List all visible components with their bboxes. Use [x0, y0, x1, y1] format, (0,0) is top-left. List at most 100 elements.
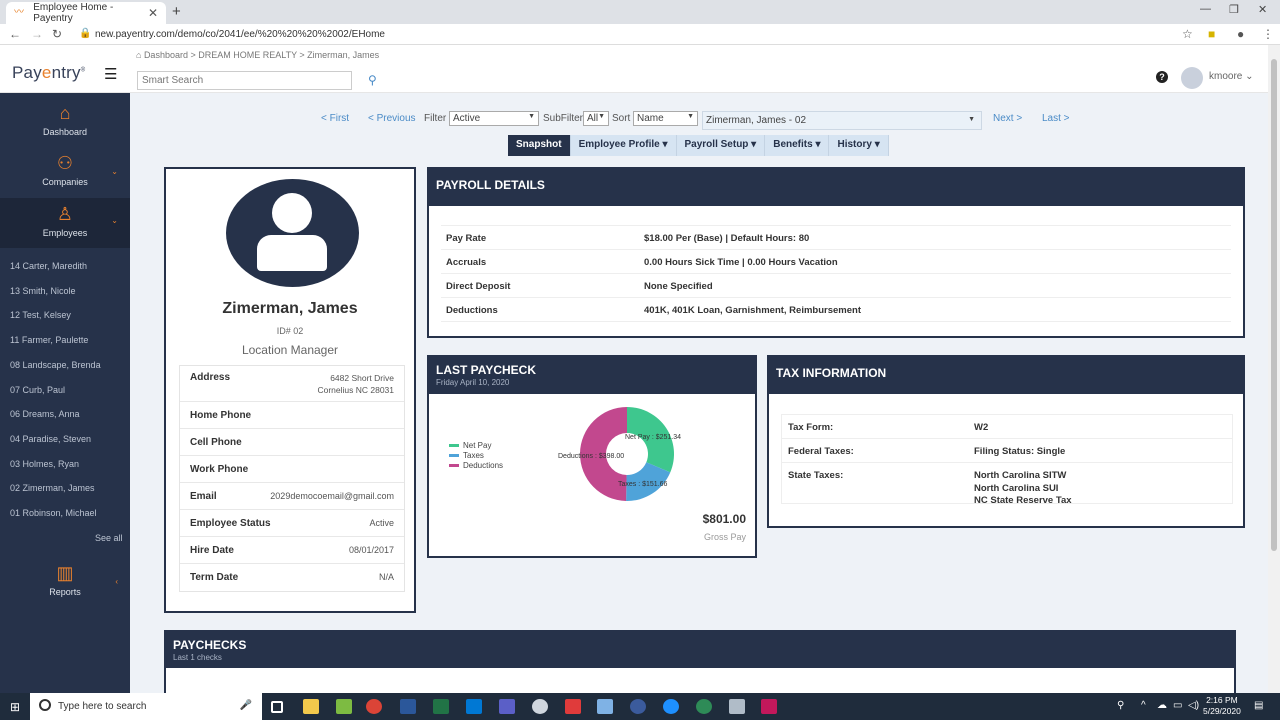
profile-details: Address 6482 Short Drive Cornelius NC 280…: [179, 365, 405, 592]
notifications-icon[interactable]: ▤: [1254, 700, 1263, 711]
subfilter-select[interactable]: All ▼: [583, 111, 609, 126]
deductions-label: Deductions : $398.00: [558, 453, 624, 460]
pay-rate-row: Pay Rate $18.00 Per (Base) | Default Hour…: [441, 226, 1231, 250]
previous-link[interactable]: < Previous: [368, 113, 416, 124]
app-icon[interactable]: [761, 699, 777, 714]
taskbar-clock[interactable]: 2:16 PM 5/29/2020: [1203, 695, 1241, 717]
chevron-down-icon[interactable]: ⌄: [111, 216, 118, 225]
tray-chevron-icon[interactable]: ^: [1141, 700, 1146, 711]
profile-icon[interactable]: ●: [1237, 27, 1244, 41]
network-icon[interactable]: ▭: [1173, 700, 1182, 711]
people-icon[interactable]: ⚲: [1117, 700, 1124, 711]
tab-history[interactable]: History ▾: [829, 135, 889, 156]
sidebar-item-reports[interactable]: ▥ Reports ‹: [0, 563, 130, 598]
sort-label: Sort: [612, 113, 631, 124]
volume-icon[interactable]: ◁): [1188, 700, 1199, 711]
maximize-icon[interactable]: ❐: [1229, 3, 1239, 16]
paycheck-donut-chart: Net Pay : $251.34 Taxes : $151.66 Deduct…: [558, 407, 681, 501]
next-link[interactable]: Next >: [993, 113, 1022, 124]
search-icon[interactable]: ⚲: [368, 73, 377, 87]
minimize-icon[interactable]: —: [1200, 3, 1211, 15]
url-field[interactable]: new.payentry.com/demo/co/2041/ee/%20%20%…: [95, 29, 385, 40]
sidebar-item-employees[interactable]: ♙ Employees ⌄: [0, 198, 130, 248]
tab-payroll-setup[interactable]: Payroll Setup ▾: [676, 135, 766, 156]
last-link[interactable]: Last >: [1042, 113, 1070, 124]
app-icon[interactable]: [630, 699, 646, 714]
sidebar-item-dashboard[interactable]: ⌂ Dashboard: [0, 103, 130, 148]
taskbar-search[interactable]: Type here to search 🎤: [30, 693, 262, 720]
breadcrumb[interactable]: ⌂ Dashboard > DREAM HOME REALTY > Zimerm…: [136, 50, 379, 60]
tab-employee-profile[interactable]: Employee Profile ▾: [570, 135, 677, 156]
employee-list-item[interactable]: 14 Carter, Maredith: [10, 261, 87, 271]
employee-list-item[interactable]: 04 Paradise, Steven: [10, 434, 91, 444]
sidebar-item-companies[interactable]: ⚇ Companies ⌄: [0, 153, 130, 198]
app-icon[interactable]: [696, 699, 712, 714]
accruals-row: Accruals 0.00 Hours Sick Time | 0.00 Hour…: [441, 250, 1231, 274]
help-icon[interactable]: ?: [1156, 71, 1168, 83]
browser-tab-bar: 〰 Employee Home - Payentry ✕ + — ❐ ✕: [0, 0, 1280, 24]
first-link[interactable]: < First: [321, 113, 349, 124]
tax-information-card: TAX INFORMATION Tax Form: W2 Federal Taxe…: [767, 355, 1245, 528]
payentry-logo[interactable]: Payentry®: [12, 63, 85, 83]
app-icon[interactable]: [729, 699, 745, 714]
outlook-icon[interactable]: [466, 699, 482, 714]
employee-list-item[interactable]: 02 Zimerman, James: [10, 483, 95, 493]
close-window-icon[interactable]: ✕: [1258, 3, 1267, 16]
sort-select[interactable]: Name ▼: [633, 111, 698, 126]
tab-benefits[interactable]: Benefits ▾: [765, 135, 830, 156]
tab-snapshot[interactable]: Snapshot: [508, 135, 571, 156]
filter-select[interactable]: Active ▼: [449, 111, 539, 126]
new-tab-icon[interactable]: +: [172, 3, 181, 20]
profile-card: Zimerman, James ID# 02 Location Manager …: [164, 167, 416, 613]
star-icon[interactable]: ☆: [1182, 27, 1193, 41]
employee-avatar: [226, 179, 359, 287]
menu-icon[interactable]: ⋮: [1262, 27, 1274, 41]
smart-search-input[interactable]: [137, 71, 352, 90]
acrobat-icon[interactable]: [565, 699, 581, 714]
app-icon[interactable]: [532, 699, 548, 714]
employee-select[interactable]: Zimerman, James - 02 ▼: [702, 111, 982, 130]
edge-icon[interactable]: [663, 699, 679, 714]
file-explorer-icon[interactable]: [303, 699, 319, 714]
reload-icon[interactable]: ↻: [52, 27, 62, 41]
user-menu[interactable]: kmoore ⌄: [1209, 71, 1254, 82]
page-scrollbar[interactable]: [1268, 45, 1280, 693]
hamburger-menu-icon[interactable]: ☰: [104, 65, 117, 83]
windows-start-icon[interactable]: ⊞: [10, 700, 20, 714]
forward-icon[interactable]: →: [31, 27, 43, 41]
user-avatar[interactable]: [1181, 67, 1203, 89]
employee-list-item[interactable]: 13 Smith, Nicole: [10, 286, 76, 296]
chevron-left-icon[interactable]: ‹: [115, 577, 118, 586]
net-pay-label: Net Pay : $251.34: [625, 434, 681, 441]
excel-icon[interactable]: [433, 699, 449, 714]
tax-information-title: TAX INFORMATION: [776, 366, 887, 380]
browser-tab-title: Employee Home - Payentry: [33, 2, 114, 24]
employee-list-item[interactable]: 11 Farmer, Paulette: [10, 335, 88, 345]
chrome-icon[interactable]: [366, 699, 382, 714]
onedrive-icon[interactable]: ☁: [1157, 700, 1167, 711]
notepad-icon[interactable]: [336, 699, 352, 714]
task-view-icon[interactable]: [271, 701, 283, 713]
browser-tab[interactable]: 〰 Employee Home - Payentry ✕: [6, 2, 166, 24]
extension-icon[interactable]: ■: [1208, 27, 1215, 41]
email-row: Email 2029democoemail@gmail.com: [180, 483, 404, 510]
employee-list-item[interactable]: 03 Holmes, Ryan: [10, 459, 79, 469]
back-icon[interactable]: ←: [9, 27, 21, 41]
word-icon[interactable]: [400, 699, 416, 714]
last-paycheck-title: LAST PAYCHECK: [436, 363, 537, 377]
teams-icon[interactable]: [499, 699, 515, 714]
microphone-icon[interactable]: 🎤: [240, 700, 252, 711]
home-icon: ⌂: [136, 50, 144, 60]
employee-list-item[interactable]: 12 Test, Kelsey: [10, 310, 71, 320]
see-all-link[interactable]: See all: [95, 533, 123, 543]
close-tab-icon[interactable]: ✕: [148, 6, 158, 20]
employee-list-item[interactable]: 07 Curb, Paul: [10, 385, 65, 395]
taxes-label: Taxes : $151.66: [618, 481, 668, 488]
employee-list-item[interactable]: 06 Dreams, Anna: [10, 409, 80, 419]
app-icon[interactable]: [597, 699, 613, 714]
employee-list-item[interactable]: 01 Robinson, Michael: [10, 508, 97, 518]
chevron-down-icon[interactable]: ⌄: [111, 167, 118, 176]
chevron-down-icon: ⌄: [1245, 71, 1254, 82]
employee-list-item[interactable]: 08 Landscape, Brenda: [10, 360, 101, 370]
employee-id: ID# 02: [276, 326, 304, 336]
